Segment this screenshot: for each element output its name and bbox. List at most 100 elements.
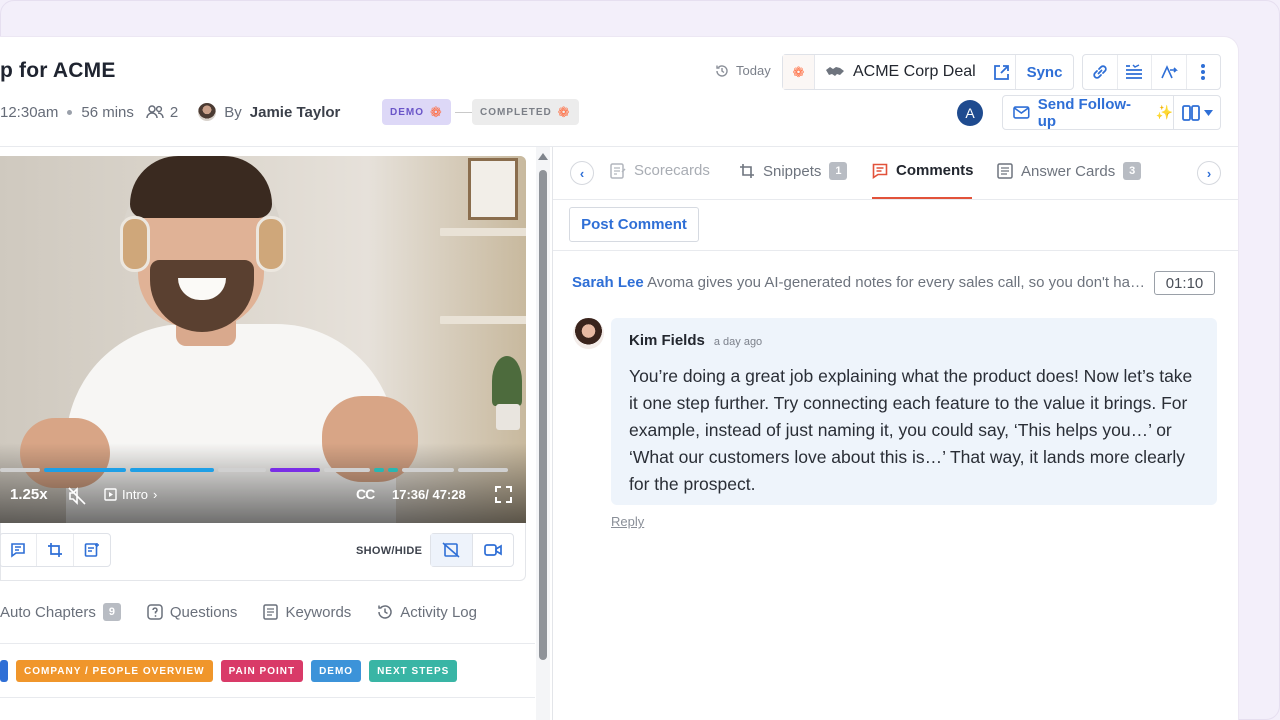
progress-segment[interactable]	[44, 468, 126, 472]
fullscreen-icon	[495, 486, 512, 503]
progress-segment[interactable]	[218, 468, 266, 472]
meeting-duration: 56 mins	[81, 103, 134, 121]
topic-chip[interactable]	[0, 660, 8, 682]
topic-chip[interactable]: NEXT STEPS	[369, 660, 458, 682]
show-video-toggle[interactable]	[473, 534, 514, 566]
commenter-name: Kim Fields	[629, 332, 705, 349]
scorecard-icon	[610, 162, 626, 179]
topic-chip[interactable]: PAIN POINT	[220, 660, 304, 682]
open-external-button[interactable]	[987, 55, 1015, 89]
headphone-right	[256, 216, 286, 272]
meeting-type-pill[interactable]: DEMO ❁	[382, 99, 451, 125]
sync-button[interactable]: Sync	[1015, 55, 1073, 89]
owner-name: Jamie Taylor	[249, 103, 341, 121]
comment-icon	[872, 163, 888, 179]
progress-segment[interactable]	[402, 468, 454, 472]
tab-answer-cards[interactable]: Answer Cards 3	[997, 162, 1142, 180]
copy-link-button[interactable]	[1083, 55, 1118, 89]
meeting-meta: 12:30am 56 mins 2 By Jamie Taylor	[0, 103, 340, 121]
video-toolbar: SHOW/HIDE	[0, 523, 526, 581]
pill-label: DEMO	[390, 106, 424, 118]
tab-label: Activity Log	[400, 603, 477, 621]
topic-chip[interactable]: DEMO	[311, 660, 362, 682]
scroll-up-arrow[interactable]	[538, 153, 548, 160]
comment-clip-button[interactable]	[0, 534, 37, 566]
video-progress-bar[interactable]	[0, 468, 513, 472]
tab-activity-log[interactable]: Activity Log	[377, 604, 477, 621]
shelf	[440, 228, 526, 236]
tab-label: Keywords	[285, 603, 352, 621]
video-player[interactable]: 1.25x Intro › CC 17:36/ 47:28	[0, 156, 526, 523]
history-icon	[716, 64, 728, 77]
participants-count[interactable]: 2	[146, 104, 178, 121]
progress-segment[interactable]	[374, 468, 384, 472]
keywords-icon	[263, 604, 279, 620]
active-tab-indicator	[872, 197, 972, 199]
header-toolbar	[1082, 54, 1221, 90]
count-badge: 3	[1123, 162, 1142, 180]
count-badge: 1	[829, 162, 848, 180]
tab-scorecards[interactable]: Scorecards	[610, 162, 710, 179]
owner-avatar	[198, 103, 217, 121]
tab-label: Questions	[169, 603, 238, 621]
chevron-right-icon: ›	[153, 487, 158, 502]
post-comment-button[interactable]: Post Comment	[569, 207, 699, 242]
hide-transcript-toggle[interactable]	[431, 534, 473, 566]
progress-segment[interactable]	[0, 468, 40, 472]
muted-speaker-icon	[68, 487, 86, 505]
snippet-timestamp[interactable]: 01:10	[1154, 271, 1215, 295]
progress-segment[interactable]	[458, 468, 508, 472]
tab-keywords[interactable]: Keywords	[263, 604, 351, 621]
reply-link[interactable]: Reply	[611, 514, 644, 529]
show-hide-toggles	[430, 533, 514, 567]
comments-divider	[553, 250, 1238, 251]
crop-clip-button[interactable]	[37, 534, 74, 566]
progress-segment[interactable]	[130, 468, 214, 472]
crop-icon	[48, 543, 62, 557]
layout-toggle-button[interactable]	[1173, 95, 1221, 130]
right-tabs: ‹ Scorecards Snippets 1 Comments Answer …	[553, 147, 1238, 200]
left-tabs: Auto Chapters 9 Questions Keywords Activ…	[0, 603, 535, 621]
deal-link[interactable]: ACME Corp Deal	[815, 55, 987, 89]
separator-dot	[67, 109, 73, 115]
send-follow-up-button[interactable]: Send Follow-up ✨	[1002, 95, 1174, 130]
tabs-scroll-right[interactable]: ›	[1197, 161, 1221, 185]
add-note-button[interactable]	[74, 534, 110, 566]
answer-cards-icon	[997, 163, 1013, 179]
fullscreen-button[interactable]	[495, 486, 512, 506]
clip-actions	[0, 533, 111, 567]
hubspot-button[interactable]: ❁	[783, 55, 815, 89]
tab-auto-chapters[interactable]: Auto Chapters 9	[0, 603, 121, 621]
share-button[interactable]	[1152, 55, 1187, 89]
commenter-avatar	[573, 318, 604, 349]
playback-speed[interactable]: 1.25x	[10, 486, 48, 503]
shelf	[440, 316, 526, 324]
meeting-status-pill[interactable]: COMPLETED ❁	[472, 99, 579, 125]
tabs-scroll-left[interactable]: ‹	[570, 161, 594, 185]
captions-button[interactable]: CC	[356, 486, 375, 502]
tab-comments[interactable]: Comments	[872, 162, 974, 179]
progress-segment[interactable]	[270, 468, 320, 472]
progress-segment[interactable]	[324, 468, 370, 472]
meeting-page: p for ACME 12:30am 56 mins 2 By Jamie Ta…	[0, 37, 1238, 720]
person-hair	[130, 156, 272, 218]
mute-button[interactable]	[68, 487, 86, 508]
notes-button[interactable]	[1118, 55, 1152, 89]
more-options-button[interactable]	[1187, 55, 1221, 89]
history-icon	[378, 605, 393, 619]
snippet-row[interactable]: Sarah Lee Avoma gives you AI-generated n…	[572, 274, 1152, 291]
progress-segment[interactable]	[388, 468, 398, 472]
user-avatar[interactable]: A	[957, 100, 983, 126]
tabs-divider	[0, 643, 535, 644]
plant-pot	[496, 404, 520, 430]
chapter-selector[interactable]: Intro ›	[104, 487, 157, 502]
topic-chip[interactable]: COMPANY / PEOPLE OVERVIEW	[16, 660, 213, 682]
more-vertical-icon	[1201, 64, 1206, 80]
pane-divider[interactable]	[552, 147, 553, 720]
tab-snippets[interactable]: Snippets 1	[739, 162, 848, 180]
scrollbar-thumb[interactable]	[539, 170, 547, 660]
tab-questions[interactable]: Questions	[147, 603, 238, 621]
crm-deal-box: ❁ ACME Corp Deal Sync	[782, 54, 1074, 90]
no-screen-icon	[442, 542, 460, 558]
participants-number: 2	[169, 103, 179, 121]
